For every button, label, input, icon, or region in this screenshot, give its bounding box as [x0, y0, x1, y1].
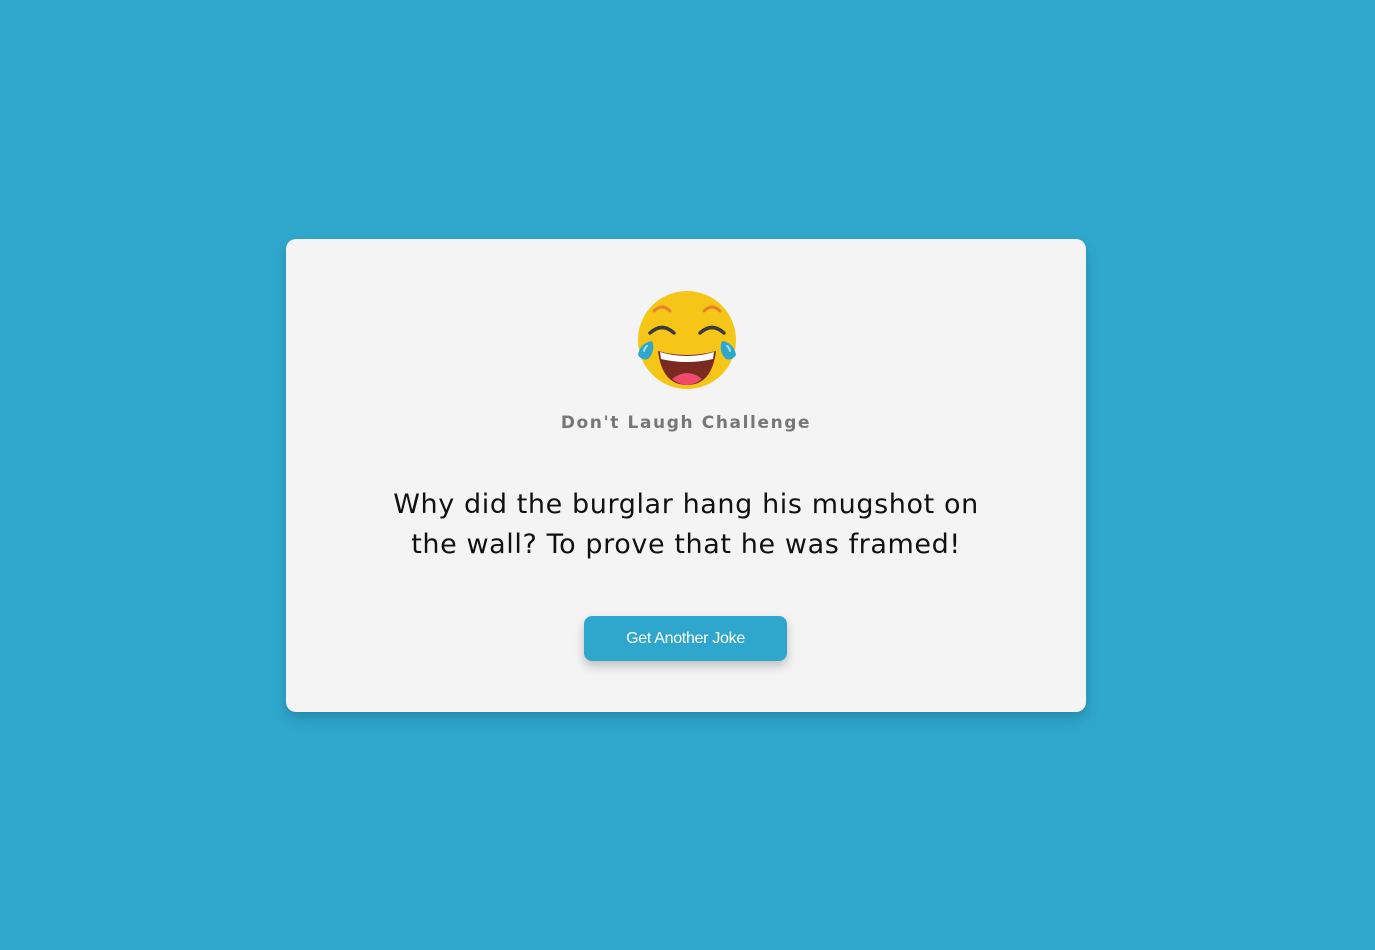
joke-text: Why did the burglar hang his mugshot on …: [393, 489, 979, 560]
get-another-joke-button[interactable]: Get Another Joke: [584, 616, 787, 661]
challenge-title: Don't Laugh Challenge: [560, 413, 812, 433]
joke-card: Don't Laugh Challenge Why did the burgla…: [286, 239, 1086, 712]
face-with-tears-of-joy-icon: [636, 289, 738, 391]
